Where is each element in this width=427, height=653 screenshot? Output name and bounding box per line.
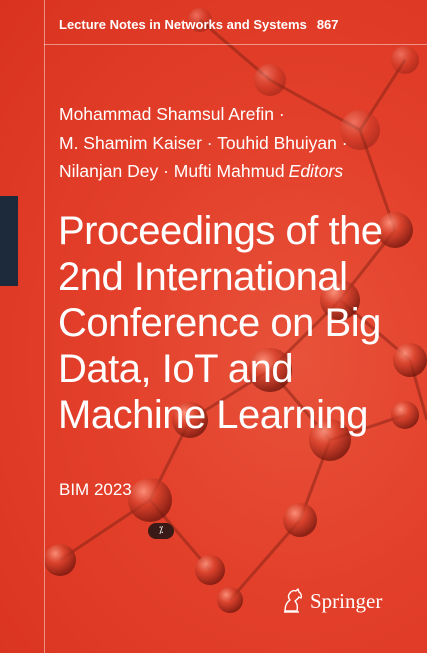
editors-line-2: M. Shamim Kaiser · Touhid Bhuiyan · (59, 132, 348, 153)
editors-line-3: Nilanjan Dey · Mufti Mahmud Editors (59, 157, 348, 186)
publisher-logo: Springer (281, 588, 382, 614)
vertical-rule (44, 0, 45, 653)
title-line: Data, IoT and (58, 347, 294, 391)
series-name: Lecture Notes in Networks and Systems (59, 17, 307, 32)
title-line: Conference on Big (58, 301, 381, 345)
title-line: 2nd International (58, 255, 348, 299)
title-line: Machine Learning (58, 393, 369, 437)
series-line: Lecture Notes in Networks and Systems 867 (59, 17, 339, 32)
side-color-band (0, 196, 18, 286)
conference-acronym: BIM 2023 (59, 480, 132, 499)
book-title: Proceedings of the 2nd International Con… (58, 208, 418, 438)
editors-names: Nilanjan Dey · Mufti Mahmud (59, 161, 285, 181)
series-volume: 867 (316, 17, 339, 32)
book-cover: Lecture Notes in Networks and Systems 867… (0, 0, 427, 653)
publisher-name: Springer (310, 588, 383, 613)
horizontal-rule (44, 44, 427, 45)
editors-line-1: Mohammad Shamsul Arefin · (59, 104, 285, 124)
title-line: Proceedings of the (58, 209, 383, 253)
editors-role: Editors (288, 161, 344, 181)
editors-block: Mohammad Shamsul Arefin · M. Shamim Kais… (59, 100, 348, 186)
springer-horse-icon (284, 588, 303, 613)
magic-wand-icon[interactable]: ⁒ (148, 523, 174, 539)
